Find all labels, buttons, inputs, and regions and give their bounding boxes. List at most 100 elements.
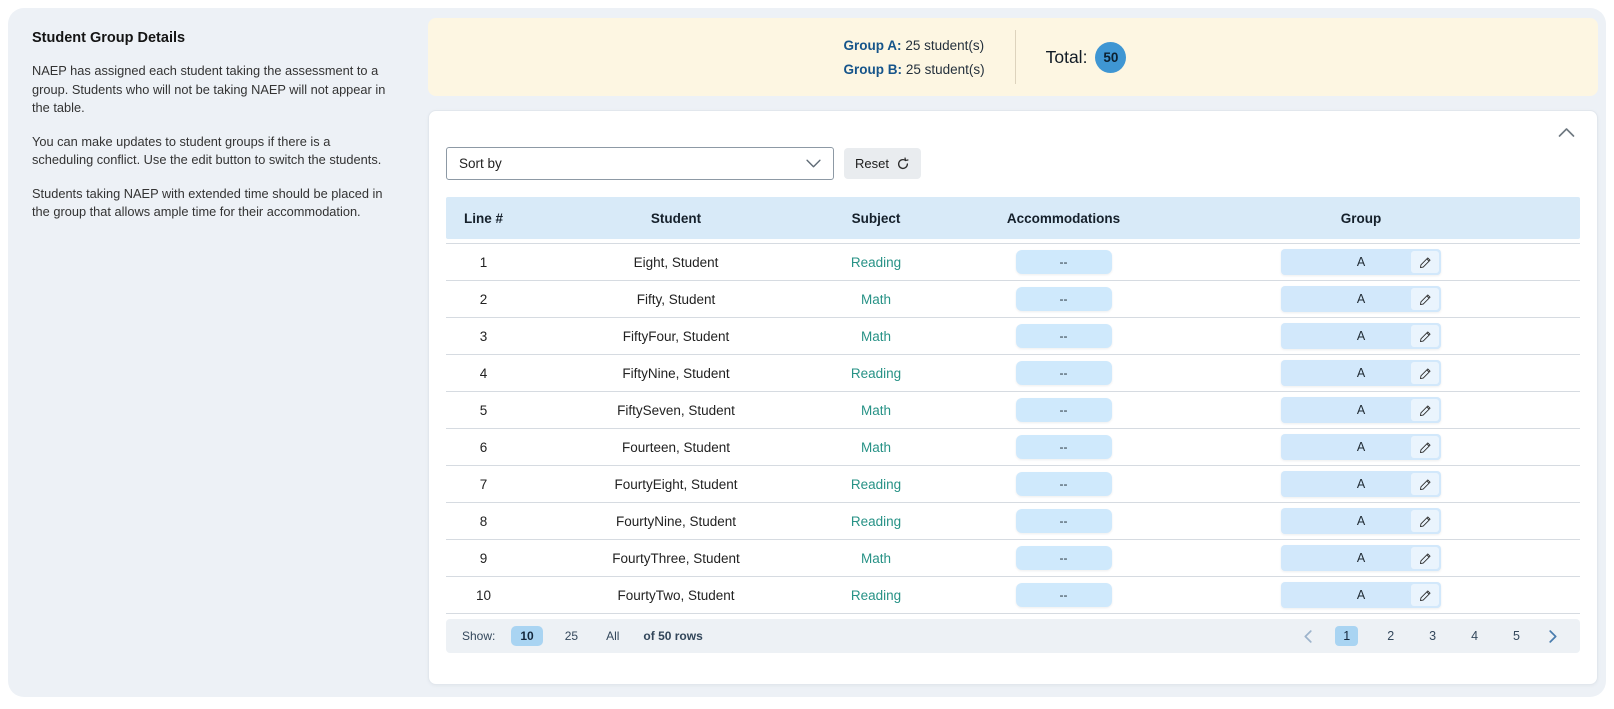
chevron-left-icon: [1303, 630, 1312, 643]
line-number-cell: 7: [446, 477, 521, 492]
line-number-cell: 3: [446, 329, 521, 344]
accommodations-cell: --: [921, 546, 1206, 570]
table-row: 7 FourtyEight, Student Reading -- A: [446, 466, 1580, 503]
reset-icon: [896, 157, 910, 171]
edit-group-button[interactable]: [1411, 436, 1439, 458]
total-label: Total:: [1046, 47, 1088, 68]
group-a-label: Group A:: [844, 38, 902, 53]
line-number-cell: 4: [446, 366, 521, 381]
page-size-10[interactable]: 10: [511, 626, 542, 646]
header-subject: Subject: [831, 211, 921, 226]
subject-cell: Math: [831, 440, 921, 455]
group-value: A: [1357, 588, 1365, 602]
line-number-cell: 5: [446, 403, 521, 418]
header-line: Line #: [446, 211, 521, 226]
group-cell: A: [1206, 360, 1516, 386]
group-cell: A: [1206, 582, 1516, 608]
page-button-4[interactable]: 4: [1465, 626, 1484, 646]
accommodations-badge: --: [1016, 324, 1112, 348]
edit-group-button[interactable]: [1411, 325, 1439, 347]
subject-cell: Math: [831, 329, 921, 344]
page-button-2[interactable]: 2: [1381, 626, 1400, 646]
line-number-cell: 9: [446, 551, 521, 566]
subject-cell: Math: [831, 551, 921, 566]
student-group-card: Sort by Reset Line # Student Subject: [428, 110, 1598, 685]
group-cell: A: [1206, 249, 1516, 275]
edit-group-button[interactable]: [1411, 473, 1439, 495]
edit-group-button[interactable]: [1411, 288, 1439, 310]
panel-title: Student Group Details: [32, 30, 394, 46]
student-name-cell: FourtyEight, Student: [521, 477, 831, 492]
table-row: 5 FiftySeven, Student Math -- A: [446, 392, 1580, 429]
edit-group-button[interactable]: [1411, 399, 1439, 421]
group-summary-banner: Group A: 25 student(s) Group B: 25 stude…: [428, 18, 1598, 96]
group-b-value: 25 student(s): [906, 62, 985, 77]
page-button-5[interactable]: 5: [1507, 626, 1526, 646]
table-row: 9 FourtyThree, Student Math -- A: [446, 540, 1580, 577]
header-accommodations: Accommodations: [921, 211, 1206, 226]
pencil-icon: [1419, 589, 1432, 602]
student-name-cell: FiftyFour, Student: [521, 329, 831, 344]
student-table: Line # Student Subject Accommodations Gr…: [446, 197, 1580, 614]
accommodations-cell: --: [921, 583, 1206, 607]
pagination-controls: 1 2 3 4 5: [1303, 626, 1558, 646]
group-cell: A: [1206, 508, 1516, 534]
group-cell: A: [1206, 286, 1516, 312]
table-footer: Show: 10 25 All of 50 rows 1 2 3 4 5: [446, 619, 1580, 653]
pencil-icon: [1419, 256, 1432, 269]
edit-group-button[interactable]: [1411, 362, 1439, 384]
header-group: Group: [1206, 211, 1516, 226]
table-toolbar: Sort by Reset: [446, 147, 921, 180]
page-button-3[interactable]: 3: [1423, 626, 1442, 646]
reset-button[interactable]: Reset: [844, 148, 921, 179]
group-value: A: [1357, 514, 1365, 528]
student-name-cell: FiftySeven, Student: [521, 403, 831, 418]
accommodations-cell: --: [921, 324, 1206, 348]
accommodations-badge: --: [1016, 472, 1112, 496]
accommodations-badge: --: [1016, 250, 1112, 274]
accommodations-cell: --: [921, 472, 1206, 496]
accommodations-cell: --: [921, 250, 1206, 274]
edit-group-button[interactable]: [1411, 584, 1439, 606]
rows-count-label: of 50 rows: [643, 629, 702, 643]
subject-cell: Math: [831, 292, 921, 307]
info-paragraph-2: You can make updates to student groups i…: [32, 133, 394, 170]
accommodations-badge: --: [1016, 546, 1112, 570]
page-button-1[interactable]: 1: [1335, 626, 1358, 646]
accommodations-badge: --: [1016, 287, 1112, 311]
group-cell: A: [1206, 397, 1516, 423]
group-b-label: Group B:: [844, 62, 903, 77]
line-number-cell: 8: [446, 514, 521, 529]
line-number-cell: 1: [446, 255, 521, 270]
sort-by-dropdown[interactable]: Sort by: [446, 147, 834, 180]
accommodations-cell: --: [921, 287, 1206, 311]
group-badge: A: [1281, 508, 1441, 534]
next-page-button[interactable]: [1549, 630, 1558, 643]
subject-cell: Math: [831, 403, 921, 418]
table-row: 8 FourtyNine, Student Reading -- A: [446, 503, 1580, 540]
group-badge: A: [1281, 397, 1441, 423]
edit-group-button[interactable]: [1411, 510, 1439, 532]
group-a-count: Group A: 25 student(s): [844, 38, 985, 53]
collapse-panel-button[interactable]: [1558, 127, 1575, 137]
pencil-icon: [1419, 293, 1432, 306]
accommodations-badge: --: [1016, 583, 1112, 607]
group-value: A: [1357, 292, 1365, 306]
edit-group-button[interactable]: [1411, 251, 1439, 273]
group-badge: A: [1281, 434, 1441, 460]
table-row: 10 FourtyTwo, Student Reading -- A: [446, 577, 1580, 614]
page-size-25[interactable]: 25: [559, 626, 584, 646]
previous-page-button[interactable]: [1303, 630, 1312, 643]
info-panel: Student Group Details NAEP has assigned …: [32, 30, 394, 237]
edit-group-button[interactable]: [1411, 547, 1439, 569]
table-row: 3 FiftyFour, Student Math -- A: [446, 318, 1580, 355]
line-number-cell: 2: [446, 292, 521, 307]
group-badge: A: [1281, 545, 1441, 571]
group-cell: A: [1206, 323, 1516, 349]
total-students: Total: 50: [1046, 42, 1127, 73]
chevron-right-icon: [1549, 630, 1558, 643]
page-size-all[interactable]: All: [600, 626, 625, 646]
group-badge: A: [1281, 286, 1441, 312]
student-name-cell: Fourteen, Student: [521, 440, 831, 455]
subject-cell: Reading: [831, 514, 921, 529]
